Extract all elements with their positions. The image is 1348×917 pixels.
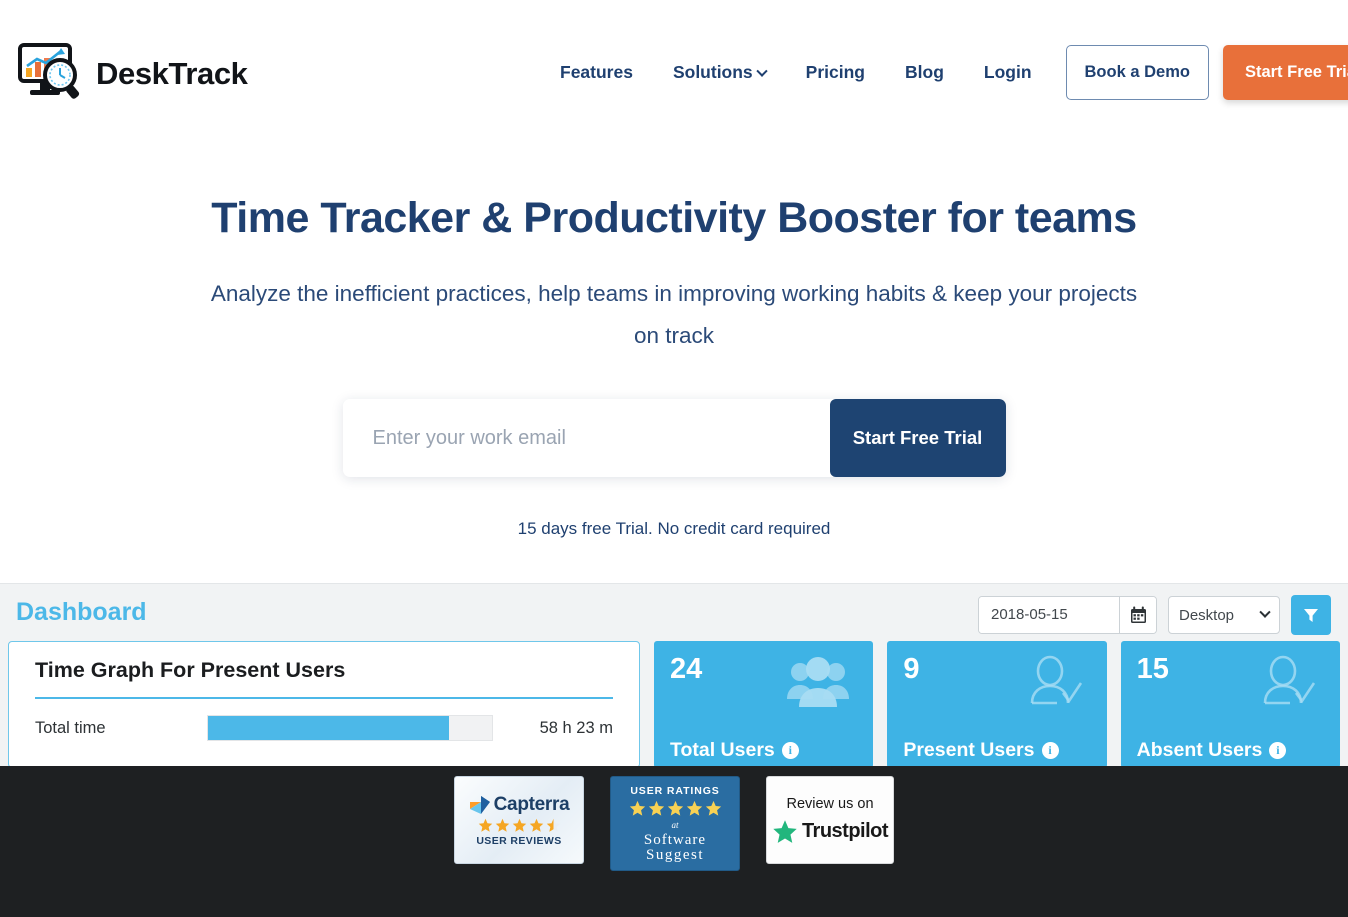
desktrack-logo-icon: [16, 42, 90, 104]
brand-name: DeskTrack: [96, 55, 248, 91]
user-check-icon: [1023, 655, 1085, 714]
capterra-name: Capterra: [493, 793, 570, 815]
star-icon: [478, 818, 492, 832]
info-icon[interactable]: i: [1041, 742, 1059, 759]
date-picker[interactable]: 2018-05-15: [978, 596, 1157, 634]
nav-link-solutions[interactable]: Solutions: [653, 44, 786, 100]
stat-label-wrap: Present Users i: [903, 739, 1059, 762]
software-suggest-top-text: USER RATINGS: [630, 784, 720, 797]
trustpilot-star-icon: [773, 819, 797, 843]
stat-label: Absent Users: [1136, 739, 1263, 761]
time-graph-row-label: Total time: [35, 718, 106, 737]
device-select[interactable]: Desktop: [1168, 596, 1280, 634]
time-graph-row: Total time 58 h 23 m: [35, 715, 613, 741]
info-icon[interactable]: i: [1269, 742, 1287, 759]
time-graph-row-value: 58 h 23 m: [539, 718, 613, 737]
nav-link-blog[interactable]: Blog: [885, 44, 964, 100]
star-icon: [629, 800, 645, 816]
chevron-down-icon: [756, 65, 768, 77]
software-suggest-name: Software Suggest: [643, 831, 707, 863]
funnel-icon: [1304, 609, 1318, 622]
star-half-icon: [546, 818, 560, 832]
time-graph-title: Time Graph For Present Users: [35, 658, 346, 682]
star-icon: [667, 800, 683, 816]
nav-link-features[interactable]: Features: [540, 44, 653, 100]
review-badge-bar: Capterra USER REVIEWS USER RATINGS at So…: [0, 766, 1348, 917]
stat-label-wrap: Absent Users i: [1137, 739, 1287, 762]
trustpilot-top-text: Review us on: [786, 795, 874, 812]
filter-button[interactable]: [1291, 595, 1331, 635]
date-value[interactable]: 2018-05-15: [979, 597, 1119, 633]
hero-section: Time Tracker & Productivity Booster for …: [0, 146, 1348, 539]
dashboard-header: Dashboard 2018-05-15 Desktop: [0, 584, 1348, 644]
stat-label: Present Users: [903, 739, 1035, 761]
time-graph-bar-fill: [208, 716, 450, 740]
capterra-logo-row: Capterra: [469, 794, 570, 816]
hero-subtitle: Analyze the inefficient practices, help …: [210, 281, 1138, 348]
software-suggest-stars: [629, 800, 722, 817]
top-navigation-bar: DeskTrack Features Solutions Pricing Blo…: [0, 0, 1348, 146]
stat-card-total-users[interactable]: 24 Total Users i: [654, 641, 874, 768]
dashboard-controls: 2018-05-15 Desktop: [978, 595, 1331, 635]
signup-form: Start Free Trial: [342, 399, 1006, 477]
capterra-caption: USER REVIEWS: [476, 834, 562, 847]
badge-list: Capterra USER REVIEWS USER RATINGS at So…: [0, 776, 1348, 871]
time-graph-bar-track: [207, 715, 493, 741]
divider: [35, 697, 613, 699]
user-check-icon: [1256, 655, 1318, 714]
dashboard-preview: Dashboard 2018-05-15 Desktop Time Graph …: [0, 583, 1348, 768]
trustpilot-logo-row: Trustpilot: [772, 819, 889, 845]
nav-link-login[interactable]: Login: [964, 44, 1052, 100]
landing-page: DeskTrack Features Solutions Pricing Blo…: [0, 0, 1348, 917]
star-icon: [648, 800, 664, 816]
star-icon: [495, 818, 509, 832]
stat-label: Total Users: [670, 739, 775, 761]
nav-links: Features Solutions Pricing Blog Login Bo…: [540, 44, 1348, 100]
nav-link-solutions-label: Solutions: [672, 62, 753, 82]
badge-trustpilot[interactable]: Review us on Trustpilot: [766, 776, 894, 864]
badge-capterra[interactable]: Capterra USER REVIEWS: [454, 776, 584, 864]
capterra-logo-icon: [469, 795, 490, 814]
stat-card-present-users[interactable]: 9 Present Users i: [887, 641, 1107, 768]
star-icon: [512, 818, 526, 832]
stat-card-absent-users[interactable]: 15 Absent Users i: [1120, 641, 1340, 768]
hero-start-free-trial-button[interactable]: Start Free Trial: [829, 399, 1006, 477]
nav-link-pricing[interactable]: Pricing: [786, 44, 885, 100]
software-suggest-at-text: at: [671, 819, 679, 830]
brand-logo[interactable]: DeskTrack: [16, 42, 248, 104]
star-icon: [686, 800, 702, 816]
trial-note: 15 days free Trial. No credit card requi…: [517, 519, 831, 538]
device-select-value: Desktop: [1179, 606, 1235, 624]
dashboard-title: Dashboard: [16, 598, 147, 626]
book-demo-button[interactable]: Book a Demo: [1065, 44, 1209, 100]
stat-label-wrap: Total Users i: [670, 739, 799, 762]
star-icon: [705, 800, 721, 816]
chevron-down-icon: [1259, 606, 1271, 618]
info-icon[interactable]: i: [781, 742, 799, 759]
nav-start-free-trial-button[interactable]: Start Free Trial: [1222, 44, 1348, 100]
software-suggest-name-line1: Software: [643, 831, 707, 848]
capterra-stars: [478, 818, 561, 833]
users-group-icon: [785, 655, 851, 714]
calendar-icon[interactable]: [1119, 597, 1156, 633]
badge-software-suggest[interactable]: USER RATINGS at Software Suggest: [610, 776, 740, 871]
work-email-input[interactable]: [342, 399, 830, 477]
dashboard-body: Time Graph For Present Users Total time …: [0, 641, 1348, 768]
time-graph-card: Time Graph For Present Users Total time …: [8, 641, 640, 768]
software-suggest-name-line2: Suggest: [645, 846, 704, 863]
trustpilot-name: Trustpilot: [801, 820, 889, 842]
star-icon: [529, 818, 543, 832]
page-title: Time Tracker & Productivity Booster for …: [211, 194, 1137, 242]
